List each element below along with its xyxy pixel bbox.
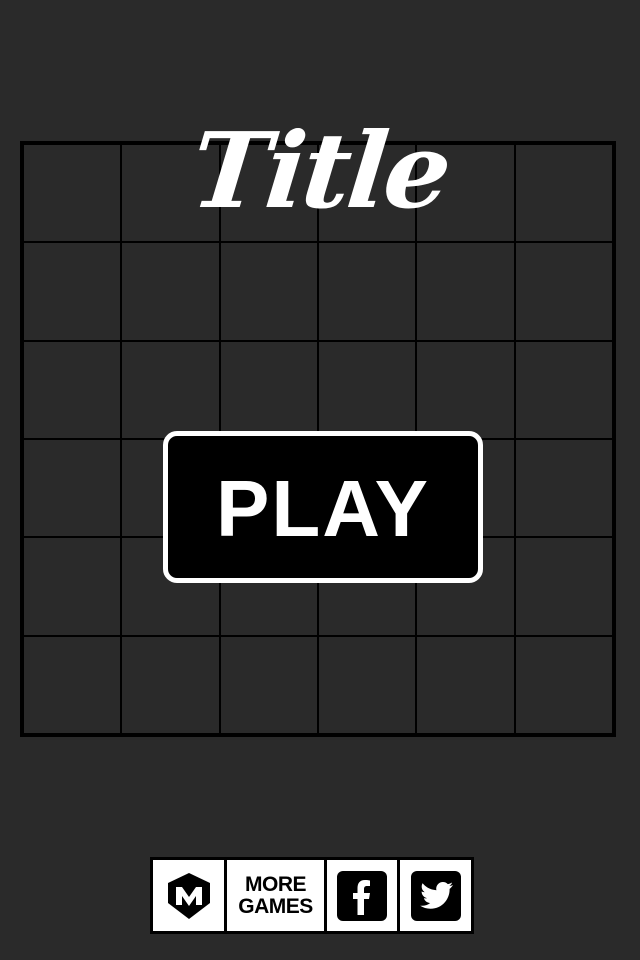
grid-cell bbox=[514, 340, 613, 439]
grid-cell bbox=[23, 635, 122, 734]
more-games-line2: GAMES bbox=[238, 894, 313, 918]
twitter-icon bbox=[410, 870, 461, 921]
grid-cell bbox=[318, 340, 417, 439]
grid-cell bbox=[219, 242, 318, 341]
grid-cell bbox=[514, 439, 613, 538]
grid-cell bbox=[318, 242, 417, 341]
bottom-bar: MORE GAMES bbox=[150, 857, 474, 934]
grid-cell bbox=[23, 537, 122, 636]
play-button[interactable]: PLAY bbox=[163, 431, 483, 583]
m-logo-icon bbox=[167, 872, 210, 919]
more-games-button[interactable]: MORE GAMES bbox=[227, 860, 324, 931]
developer-logo-button[interactable] bbox=[153, 860, 224, 931]
grid-cell bbox=[416, 340, 515, 439]
grid-cell bbox=[514, 242, 613, 341]
more-games-line1: MORE bbox=[245, 872, 307, 896]
grid-cell bbox=[23, 439, 122, 538]
grid-cell bbox=[121, 340, 220, 439]
grid-cell bbox=[514, 635, 613, 734]
grid-cell bbox=[318, 635, 417, 734]
game-title: Title bbox=[185, 109, 455, 232]
grid-cell bbox=[23, 242, 122, 341]
grid-cell bbox=[514, 537, 613, 636]
facebook-button[interactable] bbox=[327, 860, 397, 931]
grid-cell bbox=[219, 635, 318, 734]
game-screen: Title PLAY MORE GAMES bbox=[0, 0, 640, 960]
grid-cell bbox=[121, 635, 220, 734]
grid-cell bbox=[416, 635, 515, 734]
play-label: PLAY bbox=[215, 464, 430, 553]
twitter-button[interactable] bbox=[400, 860, 471, 931]
grid-cell bbox=[23, 340, 122, 439]
grid-cell bbox=[416, 242, 515, 341]
grid-cell bbox=[121, 242, 220, 341]
grid-cell bbox=[219, 340, 318, 439]
facebook-icon bbox=[337, 870, 387, 921]
